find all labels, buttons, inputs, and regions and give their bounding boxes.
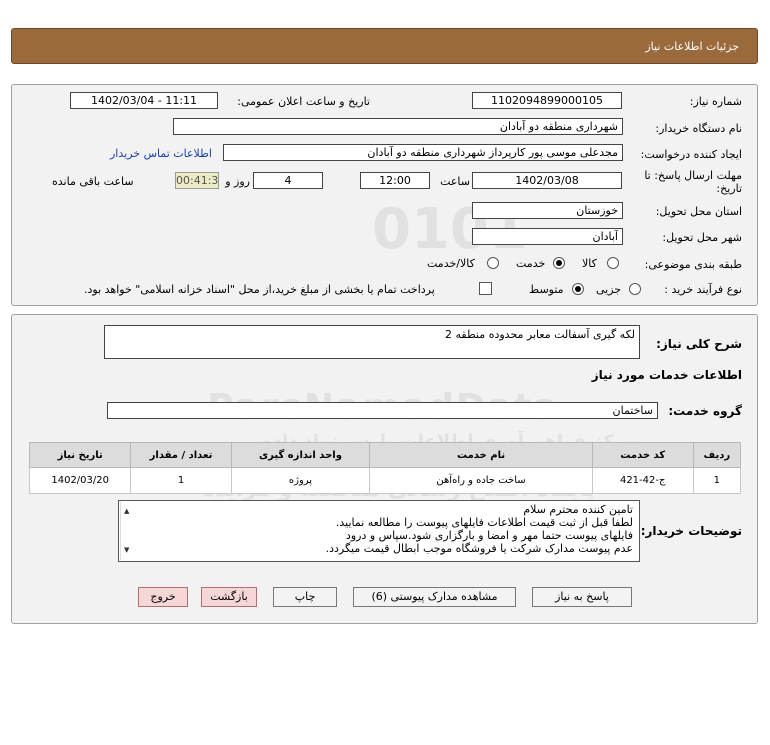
cell-service-code: ج-42-421 bbox=[591, 467, 694, 494]
process-option-minor: جزیی bbox=[596, 283, 622, 296]
cell-row-number: 1 bbox=[692, 467, 742, 494]
exit-button[interactable]: خروج bbox=[138, 587, 188, 607]
deadline-time-field: 12:00 bbox=[360, 172, 430, 189]
notes-line: لطفا قبل از ثبت قیمت اطلاعات فایلهای پیو… bbox=[335, 516, 633, 529]
category-option-goods-service: کالا/خدمت bbox=[427, 257, 475, 270]
need-number-field: 1102094899000105 bbox=[472, 92, 622, 109]
remaining-label: ساعت باقی مانده bbox=[52, 175, 134, 188]
treasury-payment-checkbox[interactable] bbox=[479, 282, 492, 295]
deadline-label: مهلت ارسال پاسخ: تا bbox=[644, 169, 742, 182]
view-attachments-button[interactable]: مشاهده مدارک پیوستی (6) bbox=[353, 587, 516, 607]
category-radio-goods[interactable] bbox=[607, 257, 619, 269]
table-row: 1402/03/20 1 پروژه ساخت جاده و راه‌آهن ج… bbox=[28, 467, 742, 494]
back-button[interactable]: بازگشت bbox=[201, 587, 257, 607]
process-radio-minor[interactable] bbox=[629, 283, 641, 295]
col-quantity: تعداد / مقدار bbox=[130, 442, 232, 468]
need-number-label: شماره نیاز: bbox=[689, 95, 742, 108]
scroll-down-icon[interactable]: ▼ bbox=[124, 544, 129, 557]
col-service-code: کد خدمت bbox=[591, 442, 694, 468]
process-option-medium: متوسط bbox=[529, 283, 564, 296]
deadline-date-field: 1402/03/08 bbox=[472, 172, 622, 189]
table-header-row: تاریخ نیاز تعداد / مقدار واحد اندازه گیر… bbox=[28, 442, 742, 468]
buyer-contact-link[interactable]: اطلاعات تماس خریدار bbox=[110, 147, 212, 160]
col-row-number: ردیف bbox=[692, 442, 742, 468]
creator-label: ایجاد کننده درخواست: bbox=[640, 148, 742, 161]
page-title: جزئیات اطلاعات نیاز bbox=[645, 40, 739, 53]
cell-date: 1402/03/20 bbox=[28, 467, 132, 494]
days-label: روز و bbox=[225, 175, 250, 188]
print-button[interactable]: چاپ bbox=[273, 587, 337, 607]
col-unit: واحد اندازه گیری bbox=[230, 442, 371, 468]
process-label: نوع فرآیند خرید : bbox=[664, 283, 742, 296]
province-label: استان محل تحویل: bbox=[655, 205, 742, 218]
treasury-payment-note: پرداخت تمام یا بخشی از مبلغ خرید،از محل … bbox=[84, 283, 435, 296]
notes-line: عدم پیوست مدارک شرکت یا فروشگاه موجب ابط… bbox=[325, 542, 633, 555]
category-radio-service[interactable] bbox=[553, 257, 565, 269]
creator-field: مجدعلی موسی پور کارپرداز شهرداری منطقه د… bbox=[223, 144, 623, 161]
cell-quantity: 1 bbox=[130, 467, 232, 494]
page-title-bar: جزئیات اطلاعات نیاز bbox=[11, 28, 758, 64]
buyer-org-label: نام دستگاه خریدار: bbox=[655, 122, 742, 135]
buyer-org-field: شهرداری منطقه دو آبادان bbox=[173, 118, 623, 135]
summary-label: شرح کلی نیاز: bbox=[656, 337, 742, 351]
notes-line: تامین کننده محترم سلام bbox=[523, 503, 633, 516]
process-radio-medium[interactable] bbox=[572, 283, 584, 295]
col-date: تاریخ نیاز bbox=[28, 442, 132, 468]
col-service-name: نام خدمت bbox=[369, 442, 593, 468]
buyer-notes-box[interactable]: تامین کننده محترم سلام لطفا قبل از ثبت ق… bbox=[118, 500, 640, 562]
scroll-up-icon[interactable]: ▲ bbox=[124, 505, 129, 518]
summary-field: لکه گیری آسفالت معابر محدوده منطقه 2 bbox=[104, 325, 640, 359]
deadline-time-label: ساعت bbox=[440, 175, 470, 188]
days-field: 4 bbox=[253, 172, 323, 189]
services-heading: اطلاعات خدمات مورد نیاز bbox=[591, 368, 742, 382]
notes-line: فایلهای پیوست حتما مهر و امضا و بارگزاری… bbox=[345, 529, 633, 542]
city-field: آبادان bbox=[472, 228, 623, 245]
category-radio-goods-service[interactable] bbox=[487, 257, 499, 269]
remaining-time-field: 00:41:31 bbox=[175, 172, 219, 189]
service-group-field: ساختمان bbox=[107, 402, 658, 419]
cell-service-name: ساخت جاده و راه‌آهن bbox=[369, 467, 593, 494]
province-field: خوزستان bbox=[472, 202, 623, 219]
deadline-label-date: تاریخ: bbox=[716, 182, 742, 195]
city-label: شهر محل تحویل: bbox=[662, 231, 742, 244]
announce-field: 1402/03/04 - 11:11 bbox=[70, 92, 218, 109]
category-label: طبقه بندی موضوعی: bbox=[644, 258, 742, 271]
category-option-service: خدمت bbox=[516, 257, 546, 270]
cell-unit: پروژه bbox=[230, 467, 371, 494]
services-table: تاریخ نیاز تعداد / مقدار واحد اندازه گیر… bbox=[28, 442, 742, 494]
service-group-label: گروه خدمت: bbox=[668, 404, 742, 418]
notes-scrollbar[interactable]: ▲ ▼ bbox=[120, 502, 135, 560]
notes-label: توضیحات خریدار: bbox=[640, 524, 742, 538]
reply-button[interactable]: پاسخ به نیاز bbox=[532, 587, 632, 607]
announce-label: تاریخ و ساعت اعلان عمومی: bbox=[237, 95, 370, 108]
category-option-goods: کالا bbox=[582, 257, 597, 270]
